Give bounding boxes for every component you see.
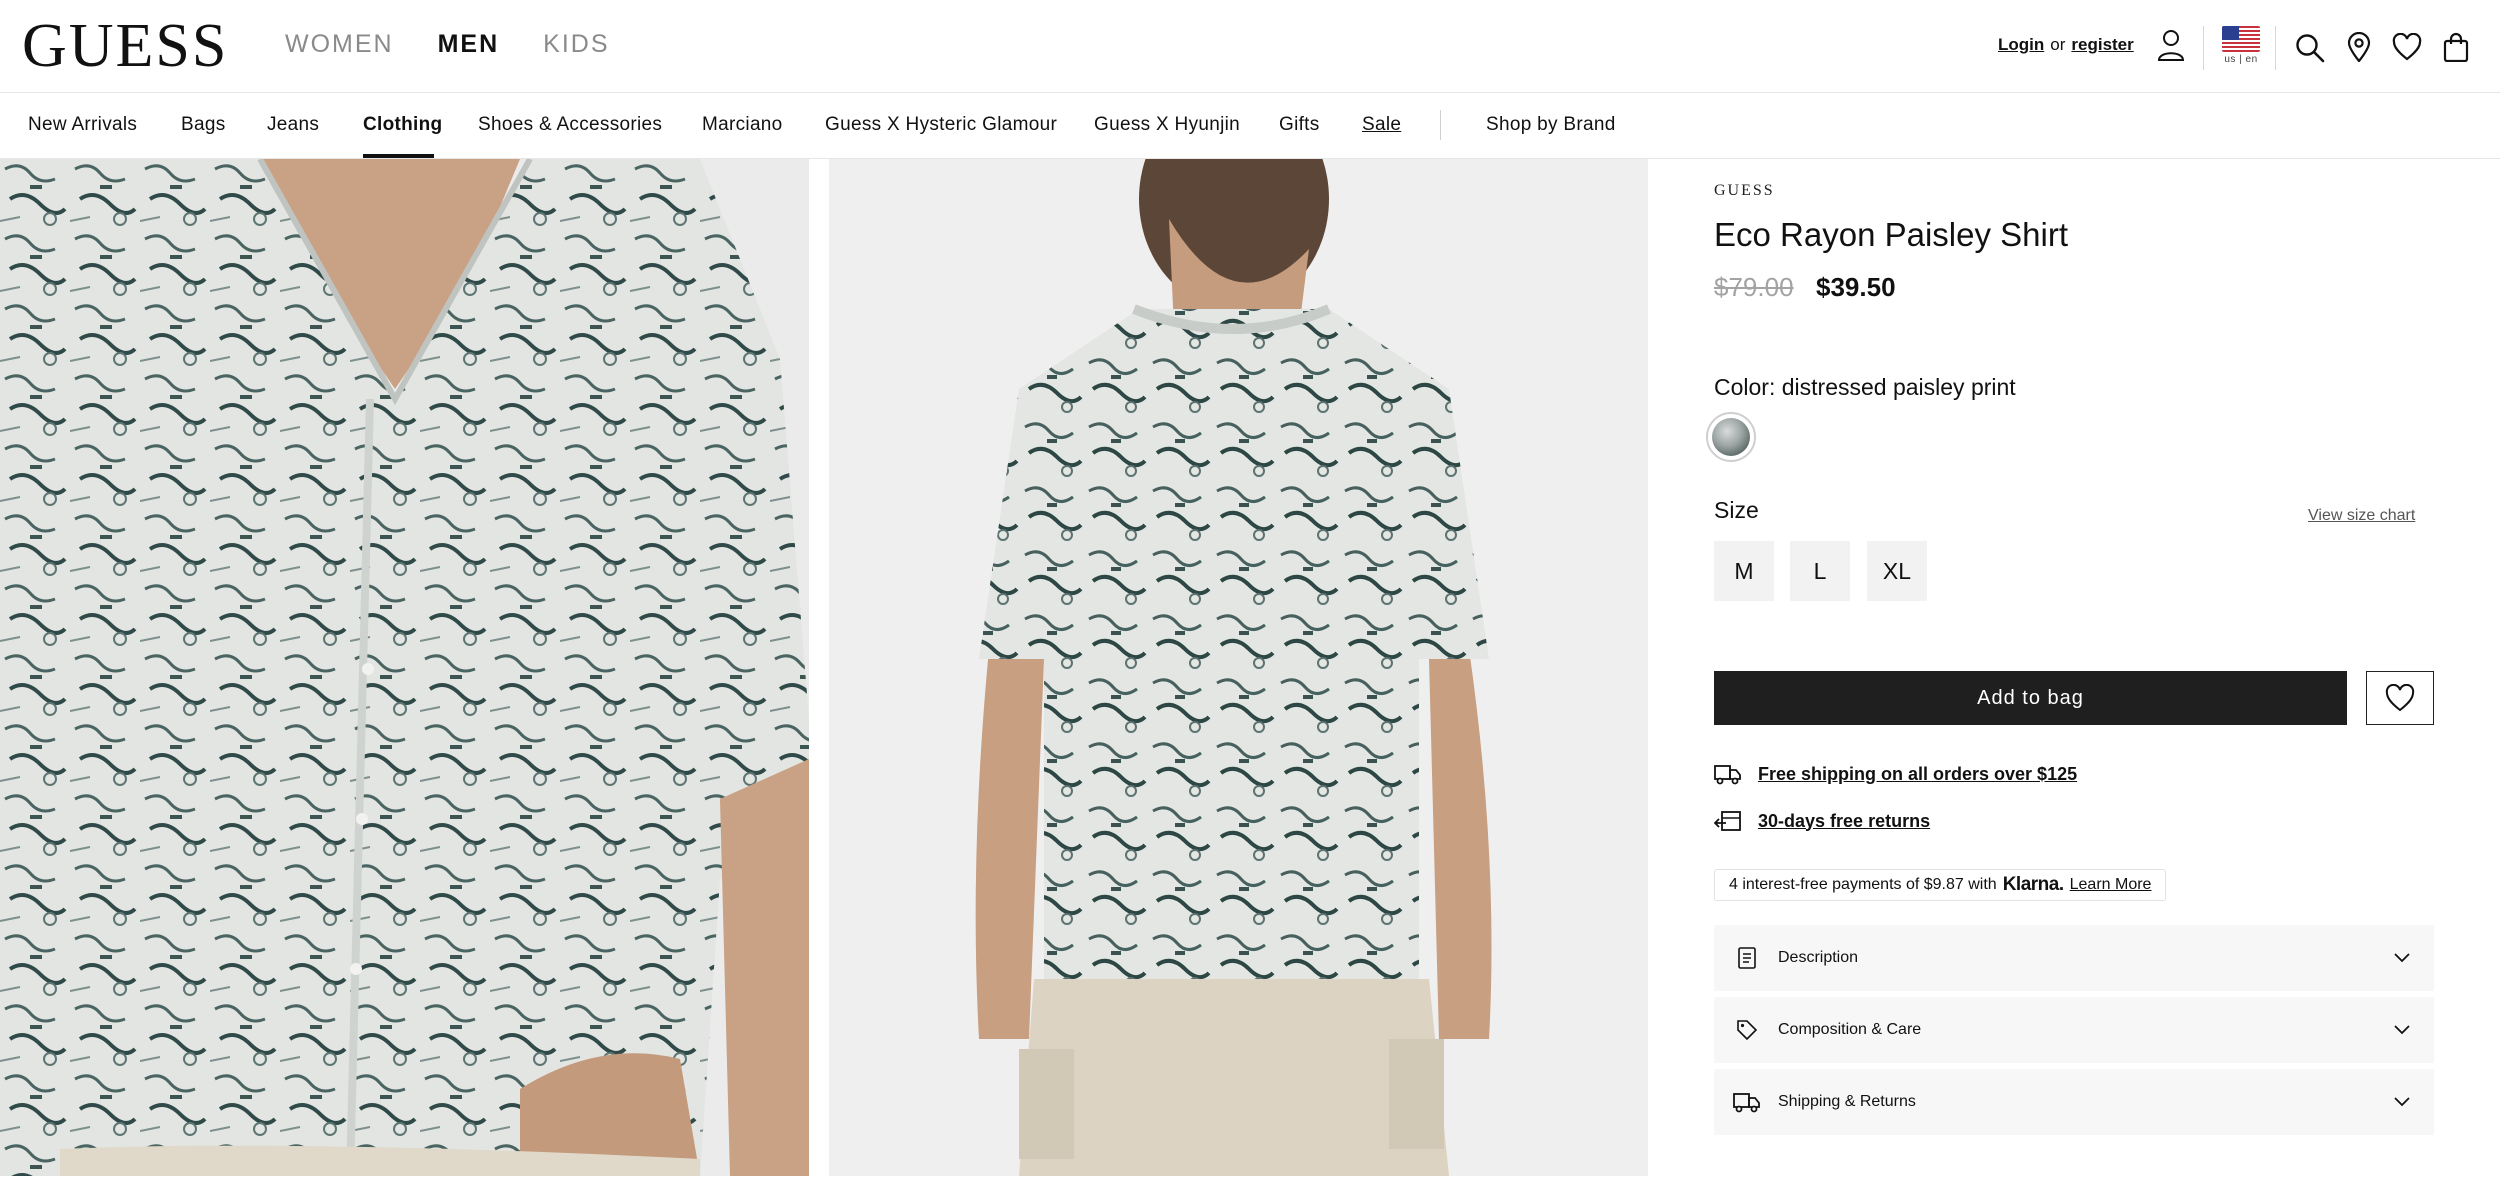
delivery-truck-icon bbox=[1714, 762, 1742, 786]
nav-guess-x-hyunjin[interactable]: Guess X Hyunjin bbox=[1094, 114, 1240, 136]
color-swatch-distressed-paisley[interactable] bbox=[1706, 412, 1756, 462]
nav-marciano[interactable]: Marciano bbox=[702, 114, 783, 136]
category-nav: New Arrivals Bags Jeans Clothing Shoes &… bbox=[0, 93, 2500, 159]
view-size-chart-link[interactable]: View size chart bbox=[2308, 507, 2415, 525]
size-label: Size bbox=[1714, 497, 1759, 523]
nav-new-arrivals[interactable]: New Arrivals bbox=[28, 114, 137, 136]
tab-kids[interactable]: KIDS bbox=[543, 30, 609, 59]
heart-icon bbox=[2385, 684, 2415, 712]
klarna-logo: Klarna. bbox=[2002, 874, 2064, 895]
accordion-label: Description bbox=[1778, 949, 1859, 966]
search-icon[interactable] bbox=[2294, 32, 2326, 64]
free-shipping-link[interactable]: Free shipping on all orders over $125 bbox=[1714, 762, 2077, 786]
chevron-down-icon bbox=[2392, 1020, 2412, 1040]
header-divider bbox=[2275, 26, 2276, 70]
account-icon[interactable] bbox=[2155, 28, 2187, 62]
accordion-composition-care[interactable]: Composition & Care bbox=[1714, 997, 2434, 1063]
tab-men[interactable]: MEN bbox=[438, 30, 500, 59]
product-title: Eco Rayon Paisley Shirt bbox=[1714, 216, 2068, 253]
account-links: Login or register bbox=[1998, 35, 2134, 55]
klarna-text: 4 interest-free payments of $9.87 with bbox=[1729, 876, 1997, 893]
swatch-image bbox=[1712, 418, 1750, 456]
add-to-bag-button[interactable]: Add to bag bbox=[1714, 671, 2347, 725]
tab-women[interactable]: WOMEN bbox=[285, 30, 394, 59]
free-returns-link[interactable]: 30-days free returns bbox=[1714, 809, 1930, 833]
product-image-back[interactable] bbox=[829, 159, 1648, 1176]
nav-guess-x-hysteric-glamour[interactable]: Guess X Hysteric Glamour bbox=[825, 114, 1057, 136]
guess-logo[interactable]: GUESS bbox=[22, 14, 228, 78]
accordion-description[interactable]: Description bbox=[1714, 925, 2434, 991]
size-option-xl[interactable]: XL bbox=[1867, 541, 1927, 601]
accordion-shipping-returns[interactable]: Shipping & Returns bbox=[1714, 1069, 2434, 1135]
delivery-truck-icon bbox=[1732, 1087, 1762, 1117]
image-gap bbox=[809, 159, 829, 1176]
header-divider bbox=[2203, 26, 2204, 70]
original-price: $79.00 bbox=[1714, 272, 1794, 302]
nav-clothing[interactable]: Clothing bbox=[363, 114, 442, 136]
nav-sale[interactable]: Sale bbox=[1362, 114, 1401, 136]
product-image-front[interactable] bbox=[0, 159, 809, 1176]
nav-jeans[interactable]: Jeans bbox=[267, 114, 319, 136]
top-header: GUESS WOMEN MEN KIDS Login or register u… bbox=[0, 0, 2500, 93]
locale-label: us | en bbox=[2224, 54, 2258, 65]
locale-selector[interactable]: us | en bbox=[2222, 26, 2260, 68]
register-link[interactable]: register bbox=[2071, 35, 2133, 55]
nav-divider bbox=[1440, 110, 1441, 140]
free-returns-text: 30-days free returns bbox=[1758, 810, 1931, 831]
nav-shop-by-brand[interactable]: Shop by Brand bbox=[1486, 114, 1616, 136]
free-shipping-text: Free shipping on all orders over $125 bbox=[1758, 763, 2078, 784]
klarna-learn-more-link[interactable]: Learn More bbox=[2070, 876, 2152, 894]
tag-icon bbox=[1732, 1015, 1762, 1045]
klarna-banner: 4 interest-free payments of $9.87 with K… bbox=[1714, 869, 2167, 901]
wishlist-icon[interactable] bbox=[2391, 32, 2423, 62]
active-nav-indicator bbox=[363, 154, 434, 158]
nav-bags[interactable]: Bags bbox=[181, 114, 226, 136]
us-flag-icon bbox=[2222, 26, 2260, 52]
chevron-down-icon bbox=[2392, 948, 2412, 968]
product-brand: GUESS bbox=[1714, 182, 1775, 199]
login-link[interactable]: Login bbox=[1998, 35, 2044, 55]
add-to-wishlist-button[interactable] bbox=[2366, 671, 2434, 725]
shopping-bag-icon[interactable] bbox=[2441, 30, 2471, 64]
nav-gifts[interactable]: Gifts bbox=[1279, 114, 1320, 136]
sale-price: $39.50 bbox=[1816, 272, 1896, 302]
nav-shoes-accessories[interactable]: Shoes & Accessories bbox=[478, 114, 662, 136]
chevron-down-icon bbox=[2392, 1092, 2412, 1112]
document-icon bbox=[1732, 943, 1762, 973]
or-text: or bbox=[2050, 35, 2066, 54]
accordion-label: Shipping & Returns bbox=[1778, 1093, 1916, 1110]
accordion-label: Composition & Care bbox=[1778, 1021, 1922, 1038]
store-locator-icon[interactable] bbox=[2345, 31, 2373, 63]
gender-tabs: WOMEN MEN KIDS bbox=[285, 30, 610, 59]
returns-box-icon bbox=[1714, 809, 1742, 833]
color-label: Color: distressed paisley print bbox=[1714, 374, 2016, 400]
size-option-l[interactable]: L bbox=[1790, 541, 1850, 601]
size-option-m[interactable]: M bbox=[1714, 541, 1774, 601]
